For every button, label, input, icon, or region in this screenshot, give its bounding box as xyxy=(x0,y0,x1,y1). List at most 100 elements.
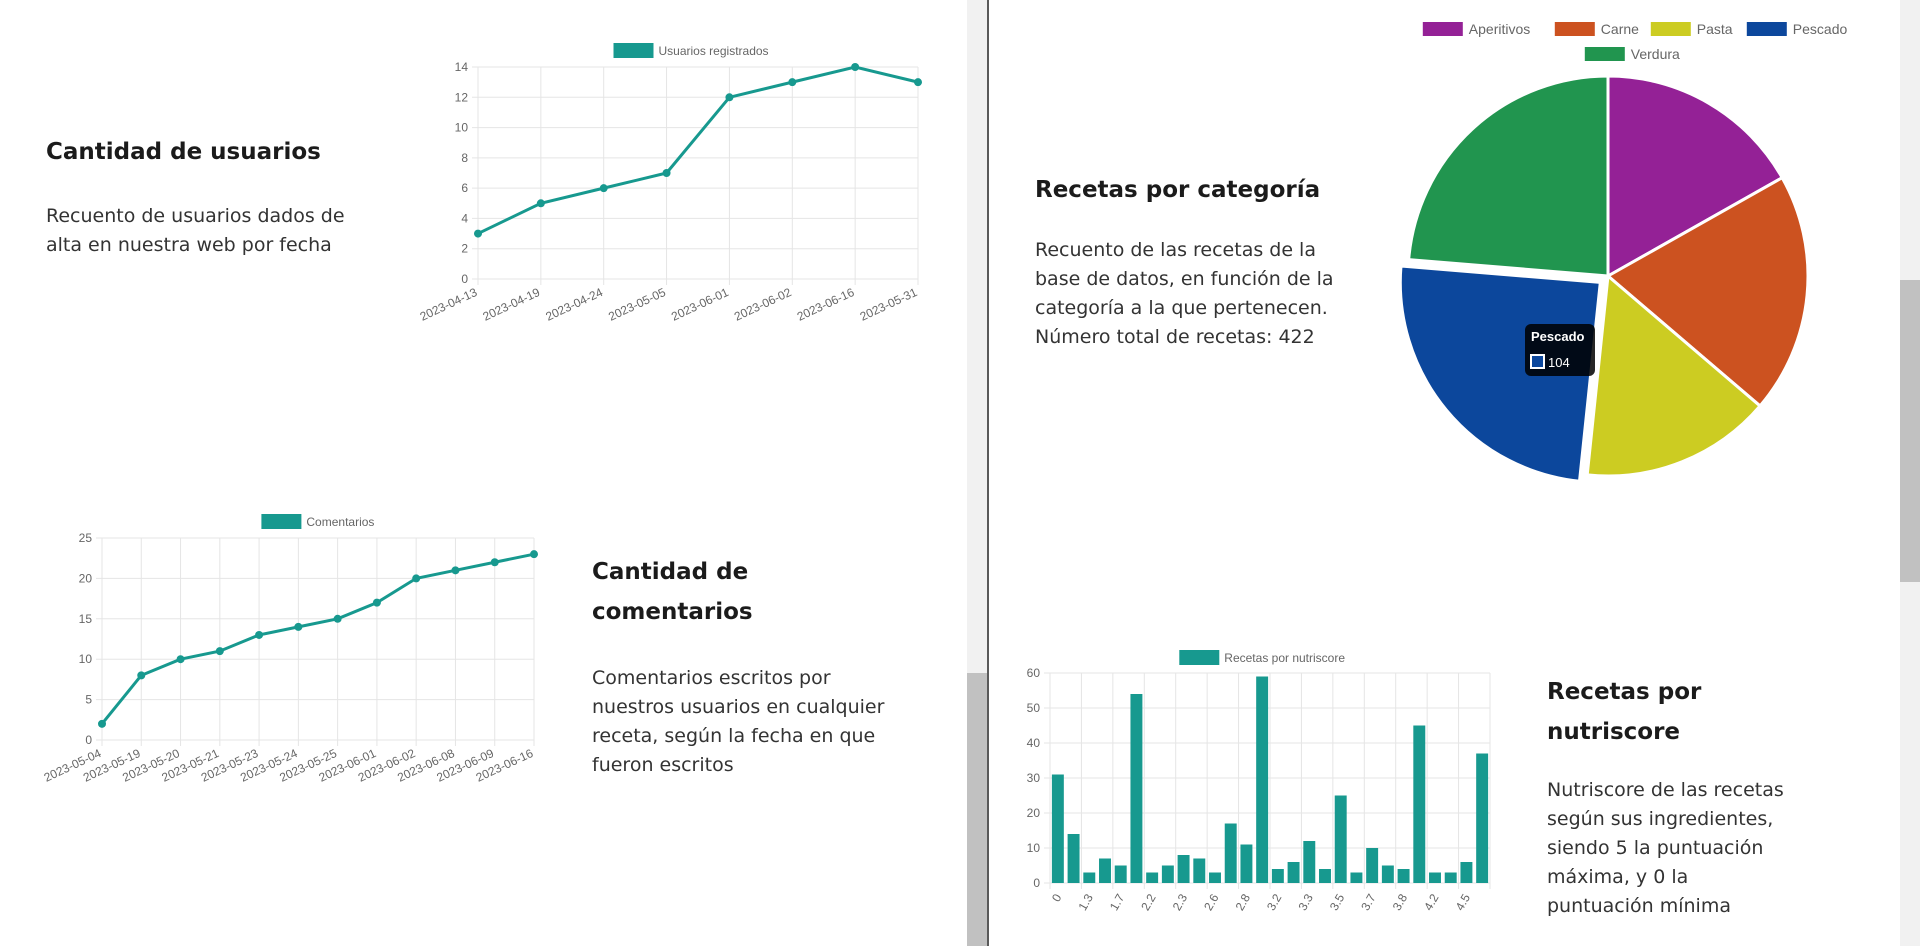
comments-data-point xyxy=(255,630,264,639)
users-y-tick-label: 12 xyxy=(455,90,469,104)
nutriscore-bar xyxy=(1240,844,1253,883)
users-data-point xyxy=(662,169,671,177)
nutriscore-x-tick-label: 3.8 xyxy=(1390,891,1411,913)
comments-data-point xyxy=(176,655,185,664)
users-x-tick-label: 2023-05-05 xyxy=(606,285,668,324)
nutriscore-x-tick-label: 4.5 xyxy=(1453,891,1474,913)
nutriscore-x-tick-label: 0 xyxy=(1049,891,1065,904)
comments-data-point xyxy=(137,671,146,680)
left-scrollbar-thumb[interactable] xyxy=(967,673,987,946)
comments-y-tick-label: 15 xyxy=(79,612,93,626)
nutriscore-y-tick-label: 30 xyxy=(1027,771,1041,785)
comments-legend-label: Comentarios xyxy=(306,515,374,529)
pie-tooltip-value: 104 xyxy=(1548,355,1570,370)
nutriscore-bar xyxy=(1067,834,1080,883)
users-x-tick-label: 2023-06-01 xyxy=(669,285,731,324)
users-data-point xyxy=(599,184,608,193)
nutriscore-x-tick-label: 4.2 xyxy=(1421,891,1442,913)
users-x-tick-label: 2023-05-31 xyxy=(858,285,920,324)
users-y-tick-label: 2 xyxy=(461,242,468,256)
users-x-tick-label: 2023-04-24 xyxy=(543,285,605,324)
nutriscore-bar xyxy=(1303,841,1316,883)
comments-data-point xyxy=(294,622,303,631)
nutriscore-bar xyxy=(1460,862,1473,883)
nutriscore-bar-chart[interactable]: Recetas por nutriscore 0 10 20 30 40 50 60 0 1.3 1… xyxy=(1010,640,1510,930)
nutriscore-bar xyxy=(1051,774,1064,883)
users-data-point xyxy=(851,63,860,71)
nutriscore-bar xyxy=(1350,872,1363,883)
comments-data-point xyxy=(530,550,538,559)
nutriscore-bar xyxy=(1146,872,1159,883)
comments-data-point xyxy=(98,719,106,728)
nutriscore-x-tick-label: 3.2 xyxy=(1264,891,1285,913)
right-scrollbar[interactable] xyxy=(1900,0,1920,946)
users-data-point xyxy=(788,78,797,87)
comments-section-title: Cantidad de comentarios xyxy=(592,559,753,625)
nutriscore-bar xyxy=(1287,862,1300,883)
nutriscore-y-tick-label: 0 xyxy=(1033,876,1040,890)
users-y-tick-label: 14 xyxy=(455,60,469,74)
comments-legend-swatch xyxy=(261,514,302,529)
nutriscore-section-description: Nutriscore de las recetas según sus ingr… xyxy=(1547,779,1784,917)
comments-series-line xyxy=(100,552,535,725)
users-x-tick-label: 2023-06-16 xyxy=(795,285,857,324)
pie-slice-verdura xyxy=(1407,74,1610,278)
categories-pie-chart[interactable]: Aperitivos Carne Pasta Pescado Verdura Pescad… xyxy=(1380,0,1900,490)
pie-legend-label: Pasta xyxy=(1697,21,1733,37)
nutriscore-x-tick-label: 1.3 xyxy=(1075,891,1096,913)
nutriscore-x-tick-label: 3.5 xyxy=(1327,891,1348,913)
categories-description-text: Recuento de las recetas de la base de da… xyxy=(1035,239,1334,319)
comments-y-tick-label: 10 xyxy=(79,652,93,666)
nutriscore-bar xyxy=(1209,872,1221,883)
nutriscore-bar xyxy=(1413,725,1426,883)
users-data-point xyxy=(474,229,482,238)
nutriscore-bar xyxy=(1114,865,1127,883)
comments-line-chart[interactable]: Comentarios05101520252023-05-042023-05-1… xyxy=(40,506,560,816)
comments-y-tick-label: 20 xyxy=(79,571,93,585)
pie-legend-swatch xyxy=(1746,22,1787,36)
comments-y-tick-label: 25 xyxy=(79,531,93,545)
pie-tooltip-swatch xyxy=(1530,354,1545,369)
comments-data-point xyxy=(215,647,224,656)
comments-data-point xyxy=(372,598,381,607)
users-data-point xyxy=(914,78,922,87)
pane-divider[interactable] xyxy=(987,0,989,946)
nutriscore-bar xyxy=(1161,865,1174,883)
users-x-tick-label: 2023-04-19 xyxy=(481,285,543,324)
right-scrollbar-thumb[interactable] xyxy=(1900,280,1920,582)
comments-data-point xyxy=(333,614,342,623)
users-section-title: Cantidad de usuarios xyxy=(46,139,321,165)
categories-section-description: Recuento de las recetas de la base de da… xyxy=(1035,236,1335,352)
nutriscore-legend-swatch xyxy=(1179,650,1220,665)
comments-data-point xyxy=(412,574,421,583)
left-scrollbar[interactable] xyxy=(967,0,987,946)
categories-section-title: Recetas por categoría xyxy=(1035,177,1321,203)
nutriscore-x-tick-label: 3.3 xyxy=(1295,891,1316,913)
nutriscore-bar xyxy=(1224,823,1237,883)
users-line-chart[interactable]: Usuarios registrados 0 2 4 6 8 10 12 14 2023-04-1… xyxy=(410,35,922,335)
nutriscore-bar xyxy=(1429,872,1441,883)
users-series-line xyxy=(477,65,919,235)
nutriscore-bar xyxy=(1177,855,1190,883)
nutriscore-bar xyxy=(1099,858,1111,883)
users-y-tick-label: 4 xyxy=(461,211,468,225)
nutriscore-y-tick-label: 40 xyxy=(1027,736,1041,750)
pie-legend-label: Aperitivos xyxy=(1469,21,1530,37)
pie-legend-swatch xyxy=(1650,22,1691,36)
nutriscore-y-tick-label: 50 xyxy=(1027,701,1041,715)
left-pane: Cantidad de usuarios Recuento de usuario… xyxy=(0,0,967,946)
nutriscore-x-tick-label: 2.6 xyxy=(1201,891,1222,913)
nutriscore-section-title: Recetas por nutriscore xyxy=(1547,679,1702,745)
nutriscore-bar xyxy=(1397,869,1410,883)
right-pane: Recetas por categoría Recuento de las re… xyxy=(990,0,1920,946)
users-y-tick-label: 0 xyxy=(461,272,468,286)
nutriscore-bar xyxy=(1271,869,1284,883)
pie-legend-swatch xyxy=(1554,22,1595,36)
nutriscore-bar xyxy=(1319,869,1331,883)
comments-data-point xyxy=(451,566,460,575)
nutriscore-y-tick-label: 10 xyxy=(1027,841,1041,855)
comments-y-tick-label: 0 xyxy=(85,733,92,747)
nutriscore-bar xyxy=(1130,694,1143,883)
nutriscore-bar xyxy=(1083,872,1096,883)
categories-total-text: Número total de recetas: 422 xyxy=(1035,326,1315,348)
